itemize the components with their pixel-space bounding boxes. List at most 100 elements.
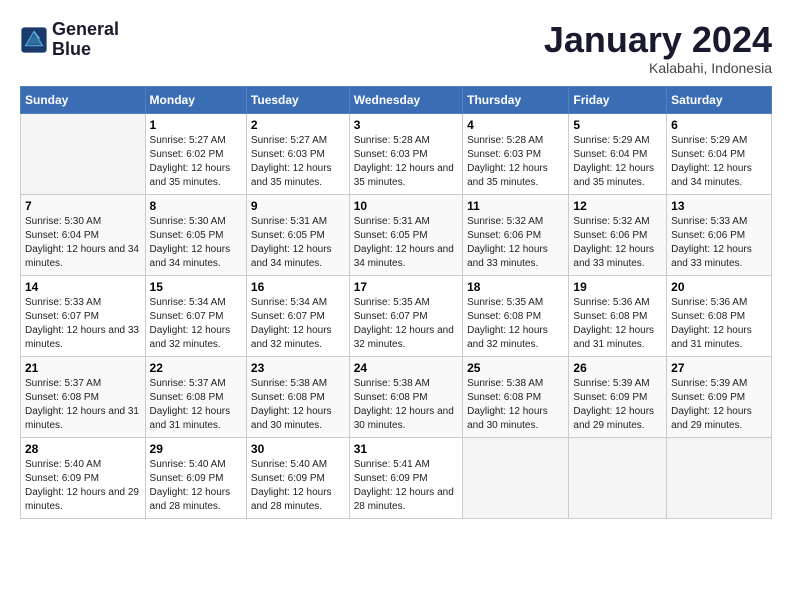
week-row-4: 21 Sunrise: 5:37 AMSunset: 6:08 PMDayligh… xyxy=(21,356,772,437)
day-cell: 2Sunrise: 5:27 AMSunset: 6:03 PMDaylight… xyxy=(246,113,349,194)
day-cell xyxy=(569,437,667,518)
day-info: Sunrise: 5:31 AMSunset: 6:05 PMDaylight:… xyxy=(354,215,458,271)
header-friday: Friday xyxy=(569,86,667,113)
logo: General Blue xyxy=(20,20,119,60)
day-info: Sunrise: 5:34 AMSunset: 6:07 PMDaylight:… xyxy=(150,296,242,352)
day-number: 11 xyxy=(467,199,564,213)
day-number: 14 xyxy=(25,280,141,294)
day-number: 13 xyxy=(671,199,767,213)
day-info: Sunrise: 5:38 AMSunset: 6:08 PMDaylight:… xyxy=(354,377,458,433)
header-monday: Monday xyxy=(145,86,246,113)
week-row-2: 7 Sunrise: 5:30 AMSunset: 6:04 PMDaylight… xyxy=(21,194,772,275)
calendar-header-row: SundayMondayTuesdayWednesdayThursdayFrid… xyxy=(21,86,772,113)
day-info: Sunrise: 5:31 AMSunset: 6:05 PMDaylight:… xyxy=(251,215,345,271)
day-number: 29 xyxy=(150,442,242,456)
day-info: Sunrise: 5:39 AMSunset: 6:09 PMDaylight:… xyxy=(671,377,767,433)
day-cell: 28 Sunrise: 5:40 AMSunset: 6:09 PMDayligh… xyxy=(21,437,146,518)
day-cell: 15 Sunrise: 5:34 AMSunset: 6:07 PMDayligh… xyxy=(145,275,246,356)
day-number: 31 xyxy=(354,442,458,456)
day-number: 24 xyxy=(354,361,458,375)
day-info: Sunrise: 5:41 AMSunset: 6:09 PMDaylight:… xyxy=(354,458,458,514)
day-info: Sunrise: 5:40 AMSunset: 6:09 PMDaylight:… xyxy=(25,458,141,514)
day-cell: 30Sunrise: 5:40 AMSunset: 6:09 PMDayligh… xyxy=(246,437,349,518)
day-number: 10 xyxy=(354,199,458,213)
day-info: Sunrise: 5:37 AMSunset: 6:08 PMDaylight:… xyxy=(25,377,141,433)
week-row-1: 1Sunrise: 5:27 AMSunset: 6:02 PMDaylight… xyxy=(21,113,772,194)
day-cell: 6Sunrise: 5:29 AMSunset: 6:04 PMDaylight… xyxy=(667,113,772,194)
day-number: 26 xyxy=(573,361,662,375)
day-info: Sunrise: 5:28 AMSunset: 6:03 PMDaylight:… xyxy=(467,134,564,190)
day-info: Sunrise: 5:30 AMSunset: 6:05 PMDaylight:… xyxy=(150,215,242,271)
day-info: Sunrise: 5:29 AMSunset: 6:04 PMDaylight:… xyxy=(671,134,767,190)
day-number: 12 xyxy=(573,199,662,213)
day-info: Sunrise: 5:33 AMSunset: 6:07 PMDaylight:… xyxy=(25,296,141,352)
day-cell: 21 Sunrise: 5:37 AMSunset: 6:08 PMDayligh… xyxy=(21,356,146,437)
day-cell: 26Sunrise: 5:39 AMSunset: 6:09 PMDayligh… xyxy=(569,356,667,437)
day-cell: 5Sunrise: 5:29 AMSunset: 6:04 PMDaylight… xyxy=(569,113,667,194)
header-thursday: Thursday xyxy=(463,86,569,113)
day-info: Sunrise: 5:40 AMSunset: 6:09 PMDaylight:… xyxy=(251,458,345,514)
day-info: Sunrise: 5:35 AMSunset: 6:08 PMDaylight:… xyxy=(467,296,564,352)
header-saturday: Saturday xyxy=(667,86,772,113)
day-number: 23 xyxy=(251,361,345,375)
day-number: 16 xyxy=(251,280,345,294)
day-info: Sunrise: 5:36 AMSunset: 6:08 PMDaylight:… xyxy=(573,296,662,352)
day-cell xyxy=(21,113,146,194)
day-cell: 12 Sunrise: 5:32 AMSunset: 6:06 PMDayligh… xyxy=(569,194,667,275)
day-cell: 10 Sunrise: 5:31 AMSunset: 6:05 PMDayligh… xyxy=(349,194,462,275)
day-info: Sunrise: 5:30 AMSunset: 6:04 PMDaylight:… xyxy=(25,215,141,271)
header-wednesday: Wednesday xyxy=(349,86,462,113)
day-number: 2 xyxy=(251,118,345,132)
day-number: 1 xyxy=(150,118,242,132)
day-cell: 13 Sunrise: 5:33 AMSunset: 6:06 PMDayligh… xyxy=(667,194,772,275)
day-info: Sunrise: 5:32 AMSunset: 6:06 PMDaylight:… xyxy=(573,215,662,271)
week-row-5: 28 Sunrise: 5:40 AMSunset: 6:09 PMDayligh… xyxy=(21,437,772,518)
day-number: 21 xyxy=(25,361,141,375)
day-cell: 7 Sunrise: 5:30 AMSunset: 6:04 PMDaylight… xyxy=(21,194,146,275)
calendar-table: SundayMondayTuesdayWednesdayThursdayFrid… xyxy=(20,86,772,519)
day-cell: 27 Sunrise: 5:39 AMSunset: 6:09 PMDayligh… xyxy=(667,356,772,437)
day-info: Sunrise: 5:40 AMSunset: 6:09 PMDaylight:… xyxy=(150,458,242,514)
day-info: Sunrise: 5:28 AMSunset: 6:03 PMDaylight:… xyxy=(354,134,458,190)
day-number: 27 xyxy=(671,361,767,375)
day-cell: 23 Sunrise: 5:38 AMSunset: 6:08 PMDayligh… xyxy=(246,356,349,437)
day-number: 5 xyxy=(573,118,662,132)
day-cell: 1Sunrise: 5:27 AMSunset: 6:02 PMDaylight… xyxy=(145,113,246,194)
day-cell: 18 Sunrise: 5:35 AMSunset: 6:08 PMDayligh… xyxy=(463,275,569,356)
page-subtitle: Kalabahi, Indonesia xyxy=(544,60,772,76)
week-row-3: 14 Sunrise: 5:33 AMSunset: 6:07 PMDayligh… xyxy=(21,275,772,356)
day-number: 19 xyxy=(573,280,662,294)
day-number: 15 xyxy=(150,280,242,294)
day-info: Sunrise: 5:32 AMSunset: 6:06 PMDaylight:… xyxy=(467,215,564,271)
calendar-body: 1Sunrise: 5:27 AMSunset: 6:02 PMDaylight… xyxy=(21,113,772,518)
day-cell xyxy=(667,437,772,518)
page-title: January 2024 xyxy=(544,20,772,60)
day-cell: 17Sunrise: 5:35 AMSunset: 6:07 PMDayligh… xyxy=(349,275,462,356)
day-cell: 20 Sunrise: 5:36 AMSunset: 6:08 PMDayligh… xyxy=(667,275,772,356)
day-number: 3 xyxy=(354,118,458,132)
day-number: 7 xyxy=(25,199,141,213)
page-header: General Blue January 2024 Kalabahi, Indo… xyxy=(20,20,772,76)
day-cell: 31 Sunrise: 5:41 AMSunset: 6:09 PMDayligh… xyxy=(349,437,462,518)
day-cell: 4 Sunrise: 5:28 AMSunset: 6:03 PMDaylight… xyxy=(463,113,569,194)
day-number: 18 xyxy=(467,280,564,294)
day-number: 28 xyxy=(25,442,141,456)
day-info: Sunrise: 5:38 AMSunset: 6:08 PMDaylight:… xyxy=(251,377,345,433)
day-cell: 25Sunrise: 5:38 AMSunset: 6:08 PMDayligh… xyxy=(463,356,569,437)
day-cell: 16Sunrise: 5:34 AMSunset: 6:07 PMDayligh… xyxy=(246,275,349,356)
day-number: 8 xyxy=(150,199,242,213)
logo-text: General Blue xyxy=(52,20,119,60)
day-info: Sunrise: 5:37 AMSunset: 6:08 PMDaylight:… xyxy=(150,377,242,433)
day-info: Sunrise: 5:36 AMSunset: 6:08 PMDaylight:… xyxy=(671,296,767,352)
day-cell: 14 Sunrise: 5:33 AMSunset: 6:07 PMDayligh… xyxy=(21,275,146,356)
day-cell: 29 Sunrise: 5:40 AMSunset: 6:09 PMDayligh… xyxy=(145,437,246,518)
day-number: 9 xyxy=(251,199,345,213)
day-cell: 9 Sunrise: 5:31 AMSunset: 6:05 PMDaylight… xyxy=(246,194,349,275)
day-cell: 11 Sunrise: 5:32 AMSunset: 6:06 PMDayligh… xyxy=(463,194,569,275)
header-tuesday: Tuesday xyxy=(246,86,349,113)
day-number: 4 xyxy=(467,118,564,132)
day-info: Sunrise: 5:33 AMSunset: 6:06 PMDaylight:… xyxy=(671,215,767,271)
day-cell: 19 Sunrise: 5:36 AMSunset: 6:08 PMDayligh… xyxy=(569,275,667,356)
day-number: 25 xyxy=(467,361,564,375)
day-number: 20 xyxy=(671,280,767,294)
